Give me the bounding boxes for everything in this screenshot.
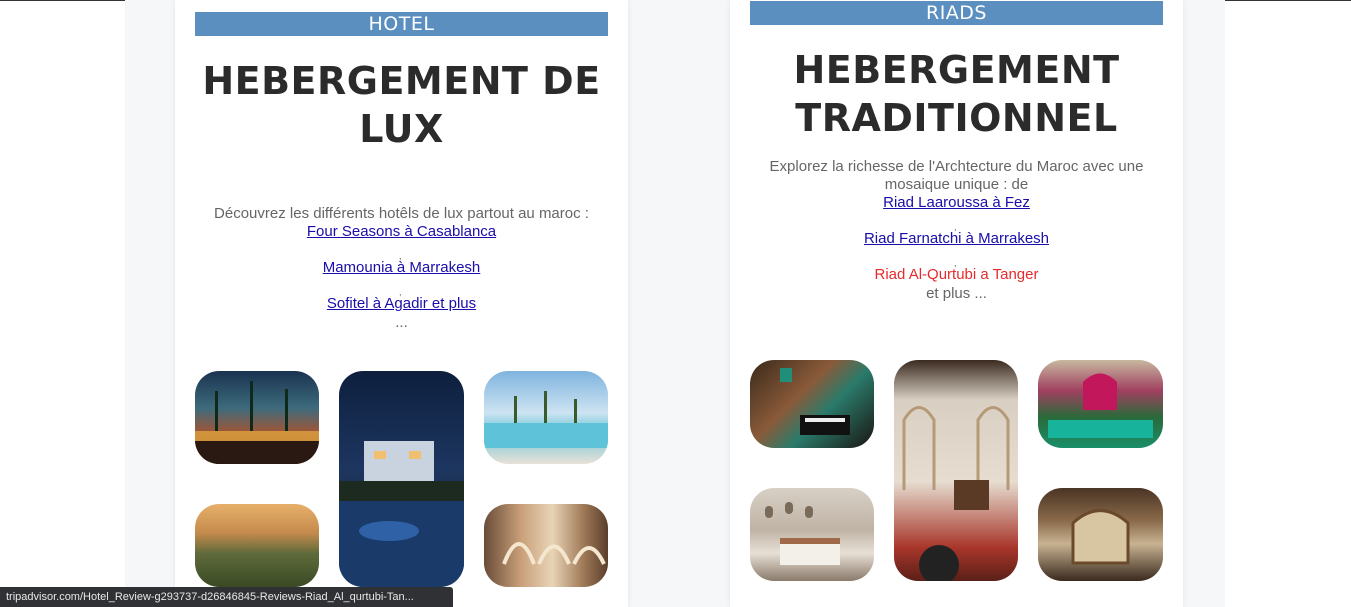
link-riad-laaroussa[interactable]: Riad Laaroussa à Fez xyxy=(730,194,1183,212)
hotel-card: HOTEL HEBERGEMENT DE LUX Découvrez les d… xyxy=(175,0,628,607)
hotel-banner: HOTEL xyxy=(195,12,608,36)
riads-card: RIADS HEBERGEMENT TRADITIONNEL Explorez … xyxy=(730,0,1183,607)
riads-title-line1: HEBERGEMENT xyxy=(793,48,1120,92)
browser-status-bar: tripadvisor.com/Hotel_Review-g293737-d26… xyxy=(0,587,453,607)
riad-photo-ornate-hall[interactable] xyxy=(1038,488,1163,581)
hotel-title-line1: HEBERGEMENT DE xyxy=(202,59,601,103)
hotel-ellipsis: ... xyxy=(395,314,408,331)
riad-photo-pool-arch[interactable] xyxy=(1038,360,1163,448)
hotel-title-line2: LUX xyxy=(359,107,444,151)
link-riad-al-qurtubi[interactable]: Riad Al-Qurtubi a Tanger xyxy=(730,266,1183,284)
link-four-seasons[interactable]: Four Seasons à Casablanca xyxy=(175,223,628,241)
hotel-photo-pool-night[interactable] xyxy=(339,371,464,587)
link-sofitel[interactable]: Sofitel à Agadir et plus xyxy=(175,295,628,313)
link-mamounia[interactable]: Mamounia à Marrakesh xyxy=(175,259,628,277)
riads-banner: RIADS xyxy=(750,1,1163,25)
hotel-photo-arcade[interactable] xyxy=(484,504,608,587)
hotel-photo-aerial-gardens[interactable] xyxy=(195,504,319,587)
riads-intro-line2: mosaique unique : de xyxy=(884,176,1029,193)
hotel-intro: Découvrez les différents hotêls de lux p… xyxy=(214,205,589,222)
riads-intro-line1: Explorez la richesse de l'Archtecture du… xyxy=(769,158,1144,175)
riads-outro: et plus ... xyxy=(926,285,987,302)
riad-photo-bedroom[interactable] xyxy=(750,488,874,581)
riad-photo-courtyard[interactable] xyxy=(894,360,1018,581)
hotel-photo-pool-day[interactable] xyxy=(484,371,608,464)
riads-title-line2: TRADITIONNEL xyxy=(795,96,1118,140)
hotel-photo-palace-night[interactable] xyxy=(195,371,319,464)
riad-photo-salon-piano[interactable] xyxy=(750,360,874,448)
link-riad-farnatchi[interactable]: Riad Farnatchi à Marrakesh xyxy=(730,230,1183,248)
